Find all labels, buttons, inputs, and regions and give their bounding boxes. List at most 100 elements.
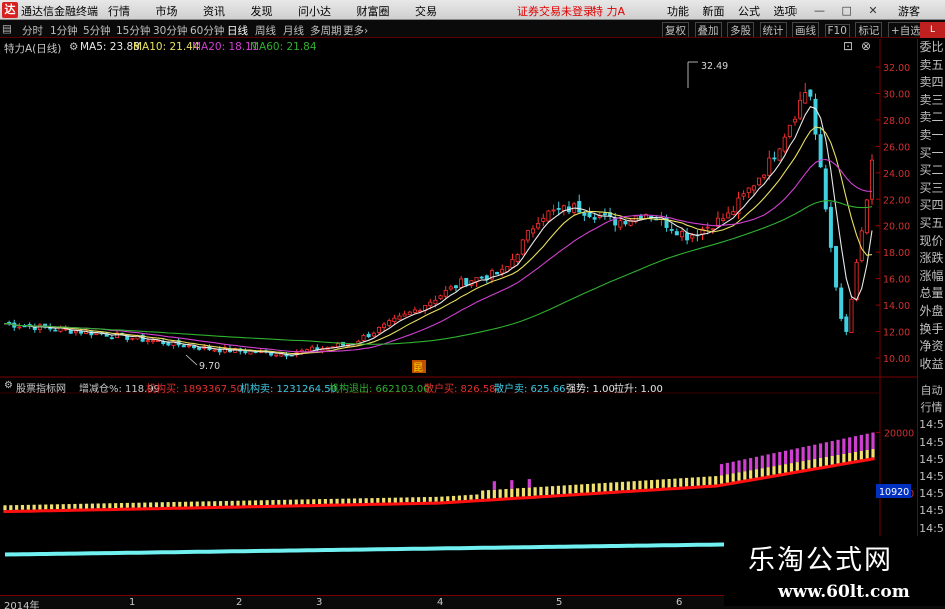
quote-panel-item[interactable]: 收益 bbox=[918, 356, 945, 374]
yellow-bar bbox=[230, 500, 234, 506]
indicator-tick-label: 20000 bbox=[884, 428, 914, 439]
yellow-bar bbox=[382, 497, 386, 503]
candle-up bbox=[536, 223, 541, 229]
quote-panel-item[interactable]: 换手 bbox=[918, 321, 945, 339]
candle-down bbox=[53, 329, 58, 332]
yellow-bar bbox=[556, 485, 561, 495]
quote-panel-item[interactable]: 卖一 bbox=[918, 127, 945, 145]
candle-down bbox=[556, 208, 561, 210]
yellow-bar bbox=[521, 487, 526, 497]
magenta-bar bbox=[871, 432, 875, 449]
indicator-inst-exit: 机构退出: 662103.00 bbox=[329, 384, 430, 394]
yellow-bar bbox=[55, 504, 60, 510]
yellow-bar bbox=[725, 474, 729, 483]
yellow-bar bbox=[842, 453, 846, 463]
ma5-line bbox=[4, 106, 873, 356]
quote-panel-item[interactable]: 卖三 bbox=[918, 92, 945, 110]
magenta-bar bbox=[760, 455, 764, 469]
indicator-gear-icon[interactable]: ⚙ bbox=[4, 380, 13, 391]
yellow-bar bbox=[696, 477, 700, 486]
quote-panel-item[interactable]: 买二 bbox=[918, 162, 945, 180]
candle-up bbox=[335, 343, 340, 348]
quote-panel-item[interactable]: 买五 bbox=[918, 215, 945, 233]
candle-up bbox=[520, 239, 525, 255]
yellow-bar bbox=[96, 503, 100, 509]
candle-up bbox=[762, 174, 767, 178]
candle-up bbox=[792, 118, 797, 123]
quote-panel-item[interactable]: 买三 bbox=[918, 180, 945, 198]
trade-panel-item[interactable]: 14:5 bbox=[918, 451, 945, 468]
quote-panel-item[interactable]: 涨幅 bbox=[918, 268, 945, 286]
trade-panel-item[interactable]: 14:5 bbox=[918, 520, 945, 537]
quote-panel-item[interactable]: 净资 bbox=[918, 338, 945, 356]
yellow-bar bbox=[667, 478, 671, 488]
yellow-bar bbox=[61, 504, 65, 510]
yellow-bar bbox=[352, 498, 357, 504]
yellow-bar bbox=[486, 490, 491, 499]
yellow-bar bbox=[550, 486, 555, 495]
candle-up bbox=[705, 226, 710, 229]
candle-down bbox=[839, 287, 844, 319]
magenta-bar bbox=[801, 447, 805, 462]
magenta-bar bbox=[807, 445, 811, 461]
magenta-bar bbox=[789, 449, 794, 464]
candle-down bbox=[669, 229, 674, 231]
yellow-bar bbox=[428, 496, 432, 502]
candle-down bbox=[68, 330, 73, 334]
indicator-retail-sell: 散户卖: 625.66 bbox=[494, 384, 566, 394]
quote-panel-item[interactable]: 卖二 bbox=[918, 109, 945, 127]
candle-down bbox=[772, 157, 777, 160]
candle-up bbox=[186, 345, 191, 348]
yellow-bar bbox=[143, 502, 147, 508]
yellow-bar bbox=[481, 490, 485, 499]
candle-down bbox=[453, 285, 458, 289]
candle-up bbox=[73, 330, 78, 334]
trade-panel-item[interactable]: 行情 bbox=[918, 399, 945, 416]
inst-buy-line bbox=[4, 457, 874, 514]
yellow-bar bbox=[446, 496, 450, 502]
quote-panel-item[interactable]: 买一 bbox=[918, 145, 945, 163]
yellow-bar bbox=[743, 471, 747, 480]
candle-up bbox=[156, 340, 161, 342]
quote-panel-item[interactable]: 委比 bbox=[918, 39, 945, 57]
yellow-bar bbox=[376, 497, 380, 503]
quote-panel-item[interactable]: 卖四 bbox=[918, 74, 945, 92]
quote-panel-item[interactable]: 涨跌 bbox=[918, 250, 945, 268]
magenta-bar bbox=[778, 451, 782, 466]
candle-down bbox=[808, 89, 813, 97]
magenta-bar bbox=[725, 462, 729, 475]
yellow-bar bbox=[411, 497, 415, 503]
candle-down bbox=[109, 337, 114, 340]
candle-down bbox=[844, 316, 849, 332]
trade-panel-item[interactable]: 14:5 bbox=[918, 485, 945, 502]
candle-down bbox=[166, 341, 171, 346]
marker-label: 昆 bbox=[413, 362, 423, 374]
trade-panel-item[interactable]: 自动 bbox=[918, 382, 945, 399]
trade-panel-item[interactable]: 14:5 bbox=[918, 416, 945, 433]
yellow-bar bbox=[137, 502, 141, 508]
low-price-pointer bbox=[185, 354, 198, 366]
yellow-bar bbox=[772, 466, 776, 475]
candle-up bbox=[376, 326, 381, 333]
yellow-bar bbox=[9, 505, 13, 511]
trade-panel-item[interactable]: 14:5 bbox=[918, 434, 945, 451]
quote-panel-item[interactable]: 卖五 bbox=[918, 57, 945, 75]
yellow-bar bbox=[457, 495, 461, 501]
yellow-bar bbox=[737, 472, 741, 481]
quote-panel-item[interactable]: 外盘 bbox=[918, 303, 945, 321]
yellow-bar bbox=[405, 497, 409, 503]
candle-up bbox=[525, 230, 530, 241]
quote-panel-item[interactable]: 总量 bbox=[918, 285, 945, 303]
yellow-bar bbox=[655, 479, 660, 489]
candle-up bbox=[500, 268, 505, 274]
yellow-bar bbox=[114, 503, 118, 508]
date-label: 3 bbox=[316, 597, 323, 608]
candle-down bbox=[623, 220, 628, 225]
candle-down bbox=[192, 345, 197, 349]
trade-panel-item[interactable]: 14:5 bbox=[918, 468, 945, 485]
yellow-bar bbox=[119, 503, 124, 508]
quote-panel-item[interactable]: 买四 bbox=[918, 197, 945, 215]
yellow-bar bbox=[218, 501, 223, 506]
quote-panel-item[interactable]: 现价 bbox=[918, 233, 945, 251]
trade-panel-item[interactable]: 14:5 bbox=[918, 502, 945, 519]
